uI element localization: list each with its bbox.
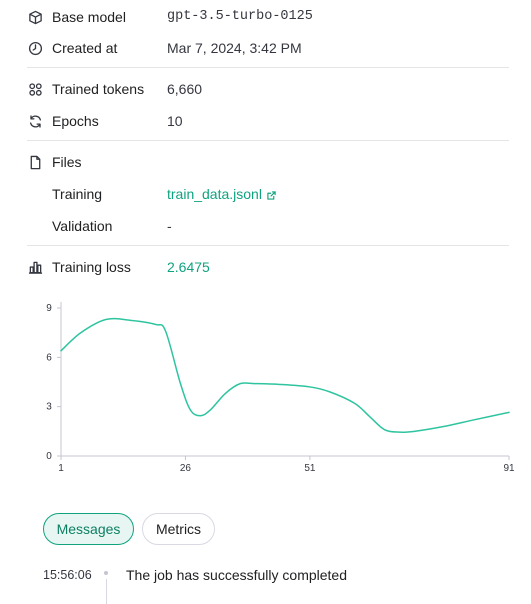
trained-tokens-row: Trained tokens 6,660	[0, 79, 531, 99]
training-loss-series-line	[60, 317, 510, 434]
x-tick-label: 51	[304, 463, 316, 474]
epochs-value: 10	[167, 113, 183, 129]
tab-messages[interactable]: Messages	[43, 513, 134, 545]
training-loss-chart-svg: 9 6 3 01 26 51 91	[46, 302, 515, 474]
training-file-name[interactable]: train_data.jsonl	[167, 186, 262, 202]
training-loss-label: Training loss	[52, 259, 131, 275]
divider	[27, 67, 509, 68]
divider	[27, 140, 509, 141]
epochs-label: Epochs	[52, 113, 99, 129]
files-row: Files	[0, 152, 531, 172]
external-link-icon[interactable]	[267, 191, 276, 200]
timeline-dot	[104, 571, 108, 575]
training-loss-value: 2.6475	[167, 259, 210, 275]
x-tick-label: 1	[58, 463, 64, 474]
created-at-row: Created at Mar 7, 2024, 3:42 PM	[0, 38, 531, 58]
y-tick-label: 0	[46, 451, 52, 462]
base-model-row: Base model gpt-3.5-turbo-0125	[0, 7, 531, 27]
y-tick-label: 3	[46, 402, 52, 413]
file-icon	[27, 154, 43, 170]
epochs-row: Epochs 10	[0, 111, 531, 131]
y-tick-label: 6	[46, 352, 52, 363]
y-tick-label: 9	[46, 303, 52, 314]
x-tick-label: 91	[503, 463, 515, 474]
training-file-link[interactable]: train_data.jsonl	[167, 185, 276, 203]
cube-icon	[27, 9, 43, 25]
trained-tokens-label: Trained tokens	[52, 81, 145, 97]
validation-row: Validation -	[0, 216, 531, 236]
timeline-line	[105, 579, 107, 604]
refresh-icon	[27, 113, 43, 129]
training-file-row: Training train_data.jsonl	[0, 184, 531, 204]
grid-dots-icon	[27, 81, 43, 97]
files-label: Files	[52, 154, 82, 170]
bar-chart-icon	[27, 259, 43, 275]
event-message: The job has successfully completed	[126, 567, 347, 583]
training-loss-chart: 9 6 3 0 1 26 51 91	[0, 292, 531, 482]
event-time: 15:56:06	[43, 568, 92, 582]
x-tick-label: 26	[180, 463, 192, 474]
trained-tokens-value: 6,660	[167, 81, 203, 97]
created-at-label: Created at	[52, 40, 118, 56]
training-label: Training	[52, 186, 103, 202]
clock-icon	[27, 40, 43, 56]
training-loss-row: Training loss 2.6475	[0, 257, 531, 277]
base-model-value: gpt-3.5-turbo-0125	[167, 9, 313, 24]
validation-label: Validation	[52, 218, 113, 234]
tab-metrics[interactable]: Metrics	[142, 513, 215, 545]
validation-value: -	[167, 218, 172, 234]
base-model-label: Base model	[52, 9, 126, 25]
created-at-value: Mar 7, 2024, 3:42 PM	[167, 40, 302, 56]
divider	[27, 245, 509, 246]
